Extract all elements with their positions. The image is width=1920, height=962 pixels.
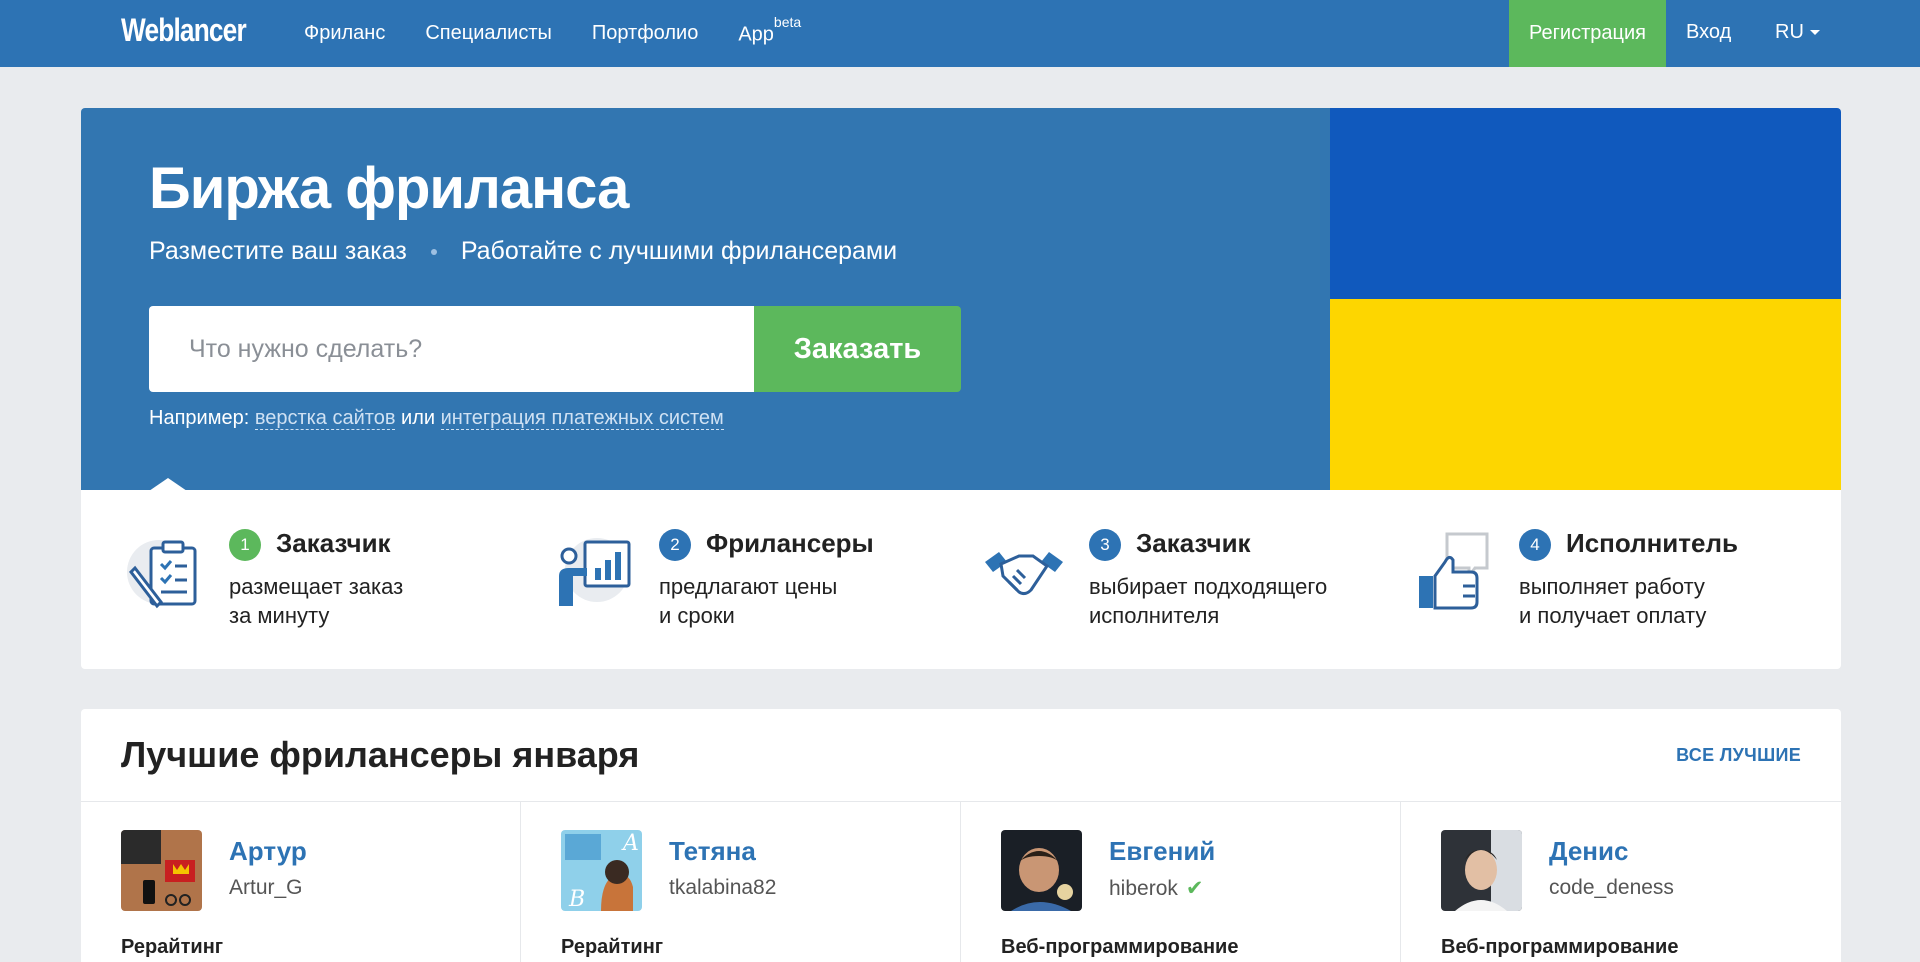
nav-link-app-label: App [738,23,774,46]
freelancer-login: Artur_G [229,876,303,899]
svg-text:A: A [621,831,639,856]
how-it-works: 1 Заказчик размещает заказ за минуту 2 Ф… [81,490,1841,669]
avatar[interactable]: A B [561,830,642,911]
language-selector[interactable]: RU [1775,21,1820,44]
step-2-desc: предлагают цены и сроки [659,572,959,630]
all-best-link[interactable]: ВСЕ ЛУЧШИЕ [1676,745,1801,766]
freelancer-login-row: hiberok ✔ [1109,876,1204,901]
chevron-down-icon [1809,30,1820,36]
thumbs-up-icon [1419,532,1489,610]
flag-yellow-stripe [1330,299,1841,490]
freelancer-name[interactable]: Артур [229,836,307,867]
freelancer-card[interactable]: A B Тетяна tkalabina82 Рерайтинг [521,802,961,962]
step-3-badge: 3 [1089,529,1121,561]
hero-subtitle-right: Работайте с лучшими фрилансерами [460,237,898,265]
freelancer-category: Веб-программирование [1001,936,1239,958]
freelancer-login: hiberok [1109,877,1178,900]
example-or: или [401,407,436,429]
best-freelancers-title: Лучшие фрилансеры января [121,734,640,775]
best-freelancers-section: Лучшие фрилансеры января ВСЕ ЛУЧШИЕ Арту… [81,709,1841,962]
svg-text:B: B [568,887,585,911]
main-nav: Фриланс Специалисты Портфолио Appbeta [304,0,801,67]
step-2-title: Фрилансеры [706,528,874,558]
language-label: RU [1775,21,1804,43]
login-link[interactable]: Вход [1686,21,1731,44]
verified-check-icon: ✔ [1185,877,1204,900]
freelancer-card[interactable]: Артур Artur_G Рерайтинг [81,802,521,962]
freelancer-login: code_deness [1549,876,1674,899]
step-2-desc-line2: и сроки [659,603,735,628]
hero-subtitle-left: Разместите ваш заказ [149,237,407,265]
freelancer-name[interactable]: Тетяна [669,836,756,867]
flag-blue-stripe [1330,108,1841,299]
avatar[interactable] [1441,830,1522,911]
freelancer-card[interactable]: Денис code_deness Веб-программирование [1401,802,1841,962]
step-4: 4 Исполнитель выполняет работу и получае… [1371,490,1811,669]
step-2: 2 Фрилансеры предлагают цены и сроки [511,490,951,669]
nav-link-specialists[interactable]: Специалисты [425,22,552,45]
step-3-title: Заказчик [1136,528,1251,558]
step-4-title: Исполнитель [1566,528,1738,558]
example-link-payments[interactable]: интеграция платежных систем [440,407,724,430]
presentation-icon [559,538,631,606]
hero-title: Биржа фриланса [149,156,629,221]
freelancer-card[interactable]: Евгений hiberok ✔ Веб-программирование [961,802,1401,962]
step-2-desc-line1: предлагают цены [659,574,838,599]
freelancer-category: Веб-программирование [1441,936,1679,958]
hero-subtitle: Разместите ваш заказ Работайте с лучшими… [149,237,897,266]
ukraine-flag [1330,108,1841,490]
step-1-title: Заказчик [276,528,391,558]
step-4-desc-line1: выполняет работу [1519,574,1705,599]
example-link-layout[interactable]: верстка сайтов [254,407,396,430]
step-1: 1 Заказчик размещает заказ за минуту [81,490,521,669]
step-3-desc-line2: исполнителя [1089,603,1220,628]
freelancer-category: Рерайтинг [121,936,224,958]
step-1-desc-line2: за минуту [229,603,330,628]
freelancer-name[interactable]: Евгений [1109,836,1215,867]
step-1-badge: 1 [229,529,261,561]
step-4-badge: 4 [1519,529,1551,561]
freelancer-name[interactable]: Денис [1549,836,1628,867]
beta-badge: beta [773,14,802,31]
weblancer-logo[interactable]: Weblancer [121,12,247,49]
step-2-badge: 2 [659,529,691,561]
step-3: 3 Заказчик выбирает подходящего исполнит… [941,490,1381,669]
search-examples: Например: верстка сайтов или интеграция … [149,407,724,430]
step-4-desc-line2: и получает оплату [1519,603,1707,628]
separator-dot [430,248,437,255]
freelancer-login: tkalabina82 [669,876,777,899]
top-navbar: Weblancer Фриланс Специалисты Портфолио … [0,0,1920,67]
freelancer-category: Рерайтинг [561,936,664,958]
avatar[interactable] [1001,830,1082,911]
nav-link-portfolio[interactable]: Портфолио [592,22,698,45]
step-3-desc-line1: выбирает подходящего [1089,574,1328,599]
order-search-input[interactable] [149,306,754,392]
nav-link-freelance[interactable]: Фриланс [304,22,385,45]
register-button[interactable]: Регистрация [1509,0,1666,67]
handshake-icon [985,552,1063,596]
step-3-desc: выбирает подходящего исполнителя [1089,572,1389,630]
order-button[interactable]: Заказать [754,306,961,392]
step-4-desc: выполняет работу и получает оплату [1519,572,1819,630]
step-1-desc: размещает заказ за минуту [229,572,529,630]
clipboard-icon [127,540,197,609]
example-prefix: Например: [149,407,250,429]
step-1-desc-line1: размещает заказ [229,574,404,599]
nav-link-app[interactable]: Appbeta [738,14,801,47]
avatar[interactable] [121,830,202,911]
